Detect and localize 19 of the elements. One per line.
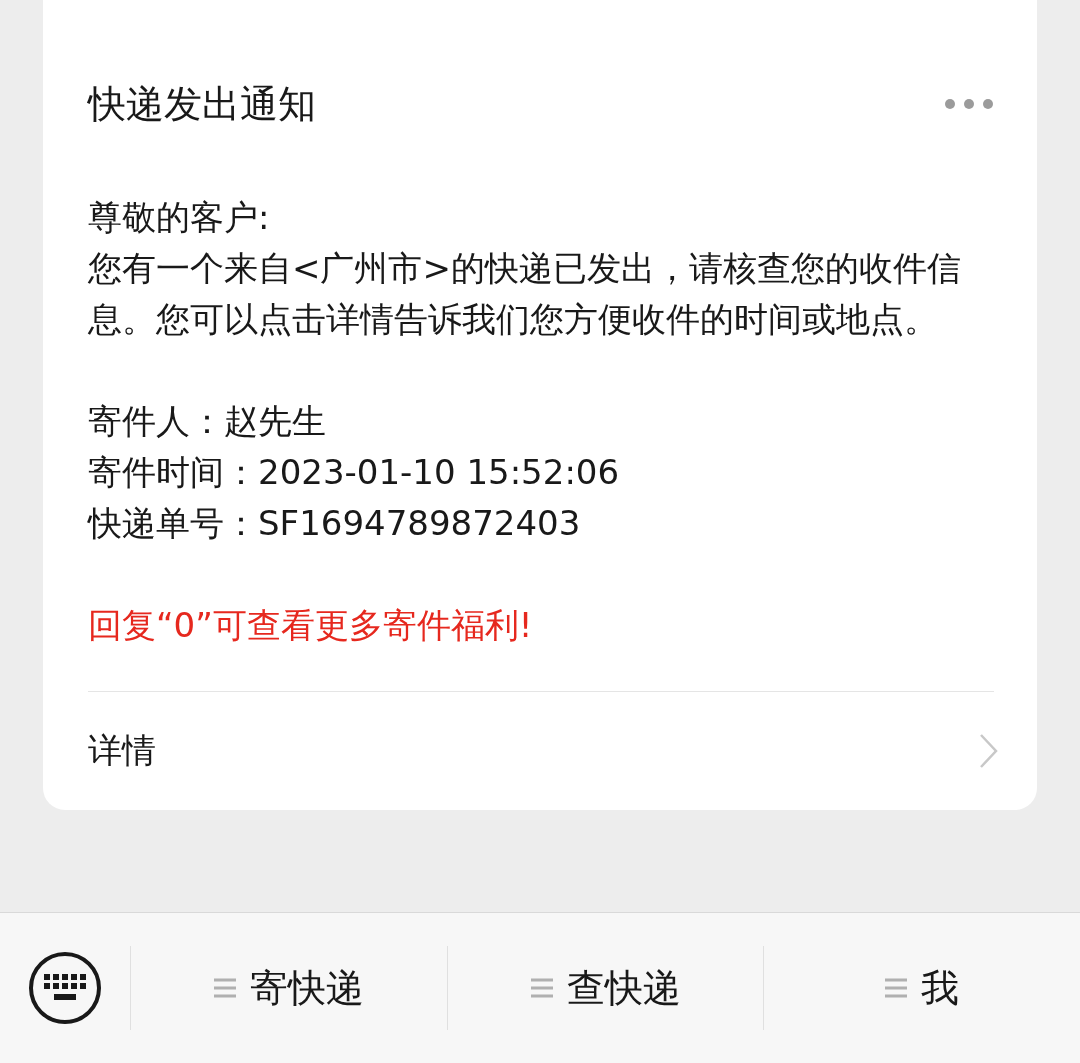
menu-button[interactable]: 寄快递 xyxy=(131,913,447,1063)
menu-button[interactable]: 我 xyxy=(764,913,1080,1063)
menu-icon xyxy=(530,978,553,998)
greeting: 尊敬的客户: xyxy=(88,196,271,239)
chevron-icon xyxy=(978,732,1000,770)
field-value: 2023-01-10 15:52:06 xyxy=(258,451,620,494)
message-text: 您有一个来自<广州市>的快递已发出，请核查您的收件信息。您可以点击详情告诉我们您方便收件的时间或地点。 xyxy=(88,247,962,341)
details-link[interactable]: 详情 xyxy=(88,692,994,810)
field-value: 赵先生 xyxy=(224,400,326,443)
menu-icon xyxy=(213,978,236,998)
field-label: 快递单号： xyxy=(88,502,258,545)
field-label: 寄件时间： xyxy=(88,451,258,494)
field-value: SF1694789872403 xyxy=(258,502,581,545)
menu-button[interactable]: 查快递 xyxy=(447,913,764,1063)
promo-text: 回复“0”可查看更多寄件福利! xyxy=(88,604,534,647)
menu-icon xyxy=(885,978,908,998)
field-label: 寄件人： xyxy=(88,400,224,443)
more-icon[interactable] xyxy=(944,98,994,110)
card-title: 快递发出通知 xyxy=(88,81,316,128)
